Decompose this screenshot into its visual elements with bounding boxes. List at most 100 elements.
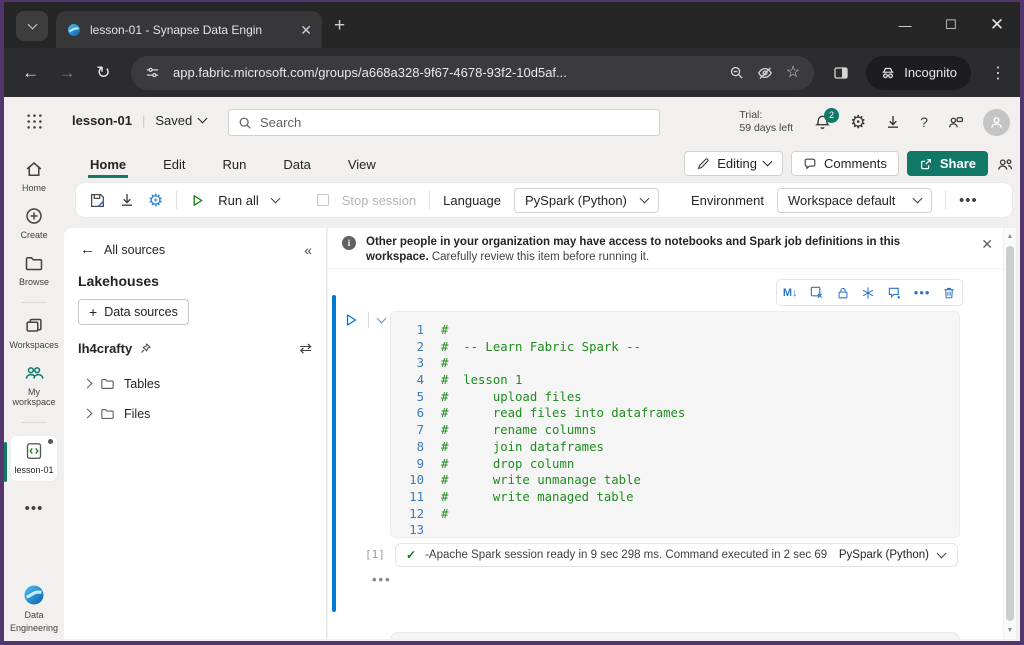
incognito-label: Incognito (904, 65, 957, 80)
save-status-dropdown[interactable]: Saved (155, 113, 206, 128)
line-number: 9 (391, 456, 441, 473)
divider (945, 191, 946, 209)
comments-button[interactable]: Comments (791, 151, 899, 176)
search-input[interactable] (260, 115, 650, 130)
line-number: 5 (391, 389, 441, 406)
tree-item-tables[interactable]: Tables (84, 376, 160, 391)
sidebar-item-create[interactable]: Create (6, 206, 62, 240)
settings-gear-icon[interactable]: ⚙ (850, 113, 866, 131)
sidebar-item-lesson-01[interactable]: lesson-01 (11, 436, 57, 481)
explorer-title: Lakehouses (78, 273, 159, 289)
toolbar-more-icon[interactable]: ••• (959, 192, 978, 209)
freeze-cell-icon[interactable] (861, 286, 875, 300)
code-line: # upload files (441, 389, 582, 406)
cell-more-icon[interactable]: ••• (914, 285, 931, 300)
line-number: 13 (391, 522, 441, 538)
browser-tab[interactable]: lesson-01 - Synapse Data Engin ✕ (56, 11, 322, 48)
notebook-scrollbar[interactable]: ▲ ▼ (1003, 228, 1016, 639)
split-screen-icon[interactable] (833, 65, 849, 81)
tab-data[interactable]: Data (281, 151, 312, 178)
app-launcher-icon[interactable] (26, 113, 43, 130)
switch-lakehouse-icon[interactable]: ⇄ (299, 339, 312, 357)
chevron-down-icon[interactable] (270, 193, 280, 203)
divider (176, 191, 177, 209)
cell-status-bar[interactable]: ✓ -Apache Spark session ready in 9 sec 2… (395, 543, 958, 567)
lock-cell-icon[interactable] (836, 286, 850, 300)
sidebar-item-browse[interactable]: Browse (6, 253, 62, 287)
notifications-button[interactable]: 2 (814, 114, 831, 131)
global-search[interactable] (228, 109, 660, 136)
run-all-button[interactable]: Run all (218, 193, 258, 208)
status-text: -Apache Spark session ready in 9 sec 298… (425, 549, 830, 561)
address-bar[interactable]: app.fabric.microsoft.com/groups/a668a328… (131, 56, 814, 90)
all-sources-link[interactable]: All sources (104, 243, 165, 257)
back-icon[interactable]: ← (18, 63, 43, 83)
trial-status[interactable]: Trial: 59 days left (739, 109, 793, 135)
download-notebook-icon[interactable] (119, 192, 135, 208)
scrollbar-thumb[interactable] (1006, 246, 1014, 621)
new-tab-button[interactable]: + (334, 15, 345, 37)
account-avatar[interactable] (983, 109, 1010, 136)
code-cell[interactable]: 1# 2# -- Learn Fabric Spark -- 3# 4# les… (390, 311, 960, 538)
stop-session-button[interactable]: Stop session (342, 193, 416, 208)
code-line: # write unmanage table (441, 472, 641, 489)
clear-output-icon[interactable] (809, 285, 824, 300)
convert-to-markdown-icon[interactable]: M↓ (783, 287, 798, 299)
feedback-icon[interactable] (947, 114, 964, 131)
download-icon[interactable] (885, 114, 901, 130)
run-cell-icon[interactable] (343, 312, 359, 328)
banner-close-icon[interactable]: ✕ (981, 236, 993, 253)
tab-edit[interactable]: Edit (161, 151, 187, 178)
divider (21, 422, 47, 423)
language-dropdown[interactable]: PySpark (Python) (514, 188, 659, 213)
editing-mode-dropdown[interactable]: Editing (684, 151, 783, 176)
collapsed-output-icon[interactable]: ••• (372, 572, 392, 587)
scroll-up-icon[interactable]: ▲ (1004, 233, 1016, 240)
chevron-right-icon (83, 379, 93, 389)
tab-search-button[interactable] (16, 11, 48, 41)
delete-cell-icon[interactable] (942, 286, 956, 300)
refresh-icon[interactable]: ↻ (91, 63, 116, 83)
run-all-play-icon[interactable] (190, 193, 205, 208)
favorite-star-icon[interactable]: ☆ (786, 65, 800, 81)
lakehouse-name[interactable]: lh4crafty (78, 341, 132, 356)
environment-dropdown[interactable]: Workspace default (777, 188, 932, 213)
sidebar-item-my-workspace[interactable]: My workspace (6, 363, 62, 407)
add-data-sources-button[interactable]: + Data sources (78, 299, 189, 325)
share-button[interactable]: Share (907, 151, 988, 176)
next-code-cell[interactable] (390, 632, 960, 639)
window-close-button[interactable]: ✕ (974, 2, 1020, 48)
forward-icon[interactable]: → (54, 63, 79, 83)
sidebar-item-data-engineering[interactable]: Data Engineering (10, 583, 58, 633)
incognito-badge[interactable]: Incognito (866, 56, 971, 90)
pin-icon[interactable] (139, 342, 152, 355)
code-line: # drop column (441, 456, 574, 473)
back-arrow-icon[interactable]: ← (80, 241, 95, 258)
zoom-out-icon[interactable] (729, 65, 744, 80)
tree-item-files[interactable]: Files (84, 406, 150, 421)
notebook-name[interactable]: lesson-01 (72, 113, 132, 128)
notification-badge: 2 (824, 108, 839, 123)
sidebar-item-home[interactable]: Home (6, 159, 62, 193)
tab-close-icon[interactable]: ✕ (300, 23, 312, 37)
collapse-pane-icon[interactable]: « (304, 242, 312, 258)
browser-menu-icon[interactable]: ⋮ (990, 63, 1006, 83)
window-minimize-button[interactable]: — (882, 2, 928, 48)
session-settings-gear-icon[interactable]: ⚙ (148, 192, 163, 209)
sidebar-item-workspaces[interactable]: Workspaces (6, 316, 62, 350)
help-icon[interactable]: ? (920, 114, 928, 130)
manage-access-icon[interactable] (996, 155, 1014, 173)
tab-home[interactable]: Home (88, 151, 128, 178)
pencil-icon (696, 157, 710, 171)
tab-run[interactable]: Run (221, 151, 249, 178)
run-options-chevron-icon[interactable] (377, 313, 387, 323)
scroll-down-icon[interactable]: ▼ (1004, 627, 1016, 634)
tab-view[interactable]: View (346, 151, 378, 178)
url-text[interactable]: app.fabric.microsoft.com/groups/a668a328… (173, 65, 716, 80)
site-info-icon[interactable] (145, 65, 160, 80)
rail-more-icon[interactable]: ••• (25, 500, 44, 517)
window-maximize-button[interactable]: ☐ (928, 2, 974, 48)
add-comment-icon[interactable] (887, 285, 902, 300)
tracking-prevention-icon[interactable] (757, 65, 773, 81)
save-icon[interactable] (89, 192, 106, 209)
